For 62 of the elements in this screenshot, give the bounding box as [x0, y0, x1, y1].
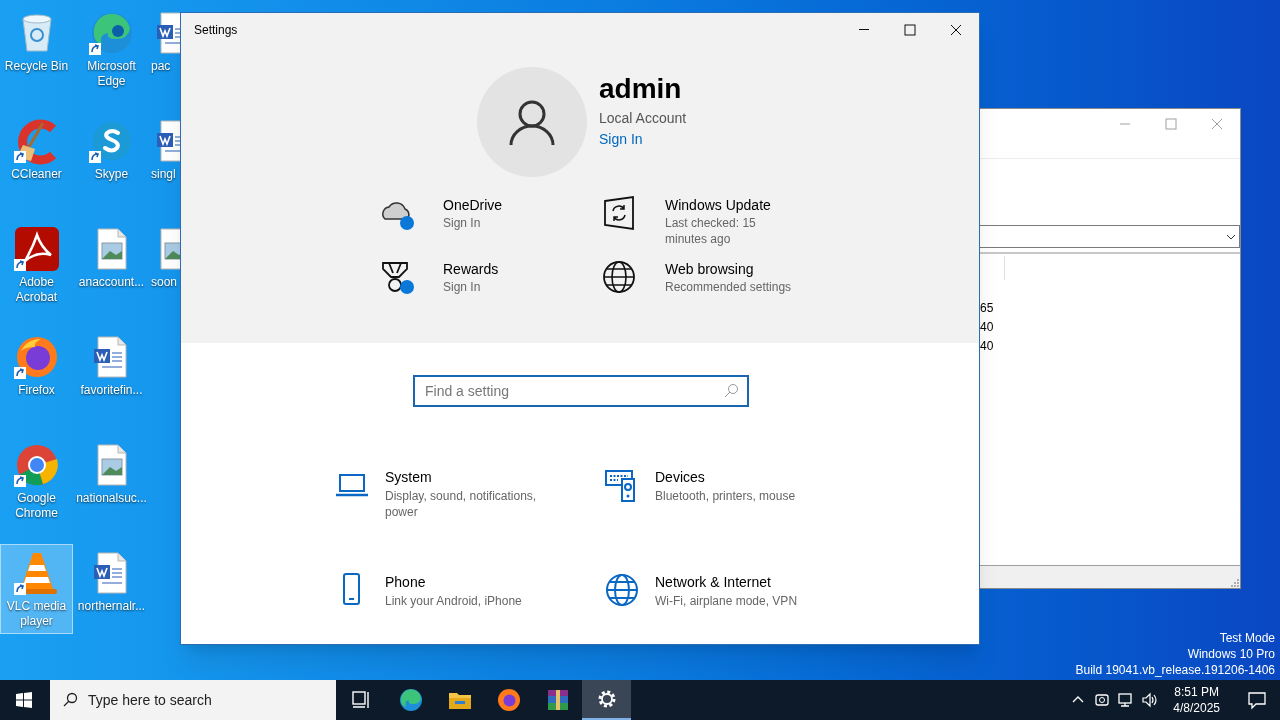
quick-link[interactable]: Web browsing Recommended settings: [601, 259, 841, 295]
search-placeholder: Type here to search: [88, 690, 212, 710]
list-cell-text: 40: [979, 338, 994, 355]
search-field[interactable]: Find a setting: [413, 375, 749, 407]
search-icon: [723, 383, 739, 399]
quick-link[interactable]: OneDrive Sign In: [379, 195, 601, 247]
category-subtitle: Wi-Fi, airplane mode, VPN: [655, 593, 799, 609]
link-subtitle: Sign In: [443, 215, 482, 231]
speaker-icon[interactable]: [1141, 691, 1160, 709]
desktop-icon[interactable]: favoritefin...: [75, 328, 148, 403]
category-subtitle: Bluetooth, printers, mouse: [655, 488, 797, 504]
clock[interactable]: 8:51 PM 4/8/2025: [1165, 684, 1228, 716]
desktop-icon[interactable]: Microsoft Edge: [75, 4, 148, 94]
globe-icon: [604, 572, 640, 608]
windows-logo-icon: [16, 692, 32, 708]
window-title: Settings: [193, 21, 239, 39]
category-title: Network & Internet: [655, 573, 772, 592]
speech-bubble-icon: [1247, 690, 1267, 710]
settings-category[interactable]: Network & Internet Wi-Fi, airplane mode, VPN: [604, 572, 844, 637]
taskbar-app[interactable]: [582, 680, 631, 720]
account-name: admin: [599, 72, 682, 106]
desktop-icon[interactable]: anaccount...: [75, 220, 148, 295]
stacked-books-icon: [545, 688, 570, 712]
desktop-icon[interactable]: Skype: [75, 112, 148, 187]
firefox-icon: [496, 688, 521, 712]
edition-text: Test Mode: [1219, 630, 1275, 646]
settings-category[interactable]: Devices Bluetooth, printers, mouse: [604, 467, 844, 532]
link-title: Rewards: [443, 260, 500, 279]
link-title: Windows Update: [665, 196, 772, 215]
taskbar-search-field[interactable]: Type here to search: [50, 680, 336, 720]
edition-text: Build 19041.vb_release.191206-1406: [1075, 662, 1275, 678]
list-cell-text: 65: [979, 300, 994, 317]
edition-text: Windows 10 Pro: [1187, 646, 1275, 662]
resize-grip-icon[interactable]: [1230, 578, 1240, 588]
link-subtitle: Sign In: [443, 279, 482, 295]
category-title: System: [385, 468, 433, 487]
desktop-icon[interactable]: Adobe Acrobat: [0, 220, 73, 310]
link-title: OneDrive: [443, 196, 504, 215]
settings-category[interactable]: System Display, sound, notifications, power: [334, 467, 604, 532]
sign-in-link[interactable]: Sign In: [599, 128, 643, 150]
webcam-icon[interactable]: [1093, 691, 1112, 709]
desktop-icon[interactable]: Recycle Bin: [0, 4, 73, 79]
category-title: Devices: [655, 468, 706, 487]
desktop-icon[interactable]: CCleaner: [0, 112, 73, 187]
desktop-icon[interactable]: northernalr...: [75, 544, 148, 619]
quick-link[interactable]: Windows Update Last checked: 15 minutes ago: [601, 195, 841, 247]
link-title: Web browsing: [665, 260, 755, 279]
settings-category[interactable]: Phone Link your Android, iPhone: [334, 572, 604, 637]
desktop-icon[interactable]: Google Chrome: [0, 436, 73, 526]
desktop-icon[interactable]: VLC media player: [0, 544, 73, 634]
category-subtitle: Link your Android, iPhone: [385, 593, 523, 609]
category-subtitle: Display, sound, notifications, power: [385, 488, 538, 520]
category-title: Phone: [385, 573, 427, 592]
edge-browser-icon: [398, 688, 423, 712]
search-icon: [62, 692, 78, 708]
list-cell-text: 40: [979, 319, 994, 336]
link-subtitle: Recommended settings: [665, 279, 793, 295]
desktop-icon[interactable]: nationalsuc...: [75, 436, 148, 511]
desktop-icon[interactable]: Firefox: [0, 328, 73, 403]
link-subtitle: Last checked: 15 minutes ago: [665, 215, 757, 247]
account-type: Local Account: [599, 109, 687, 128]
quick-link[interactable]: Rewards Sign In: [379, 259, 601, 295]
